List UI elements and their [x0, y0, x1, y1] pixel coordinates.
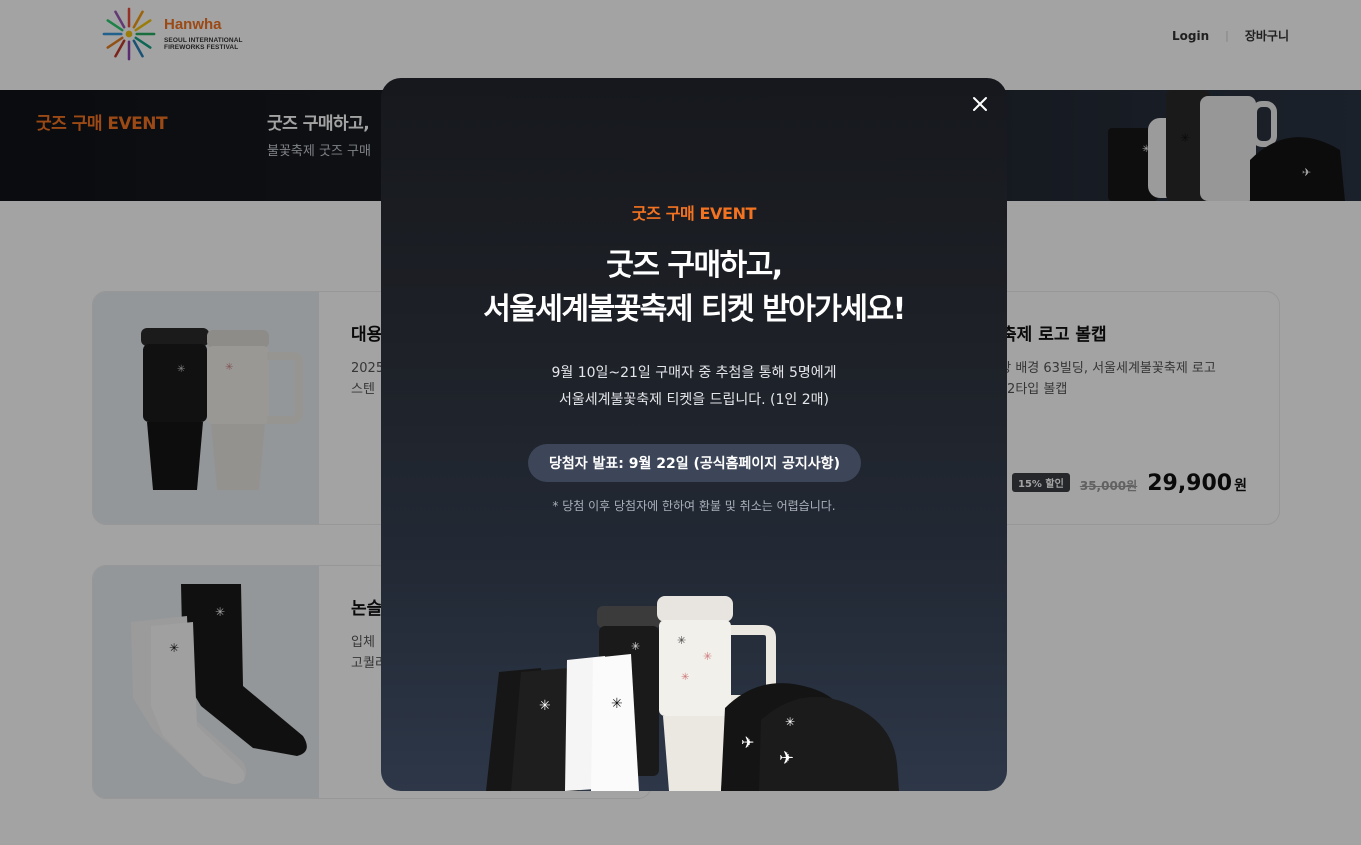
modal-desc-line: 서울세계불꽃축제 티켓을 드립니다. (1인 2매): [559, 392, 829, 408]
close-icon: [973, 97, 987, 111]
modal-event-tag: 굿즈 구매 EVENT: [631, 204, 757, 223]
svg-text:✳: ✳: [681, 672, 689, 683]
modal-description: 9월 10일~21일 구매자 중 추첨을 통해 5명에게 서울세계불꽃축제 티켓…: [381, 360, 1007, 414]
modal-desc-line: 9월 10일~21일 구매자 중 추첨을 통해 5명에게: [551, 365, 837, 381]
goods-bundle-image: ✳ ✳ ✳ ✳ ✳ ✳ ✈ ✈ ✳: [486, 596, 899, 791]
svg-text:✳: ✳: [677, 634, 686, 647]
svg-text:✳: ✳: [703, 650, 712, 663]
close-button[interactable]: [969, 93, 991, 115]
modal-note: * 당첨 이후 당첨자에 한하여 환불 및 취소는 어렵습니다.: [552, 499, 836, 513]
svg-text:✳: ✳: [785, 715, 795, 729]
svg-text:✈: ✈: [779, 748, 794, 769]
modal-title-line: 굿즈 구매하고,: [606, 248, 783, 283]
event-modal: 굿즈 구매 EVENT 굿즈 구매하고, 서울세계불꽃축제 티켓 받아가세요! …: [381, 78, 1007, 791]
svg-text:✈: ✈: [741, 733, 754, 752]
svg-text:✳: ✳: [539, 698, 551, 714]
svg-text:✳: ✳: [631, 640, 640, 653]
modal-title-line: 서울세계불꽃축제 티켓 받아가세요!: [483, 292, 906, 327]
modal-title: 굿즈 구매하고, 서울세계불꽃축제 티켓 받아가세요!: [381, 244, 1007, 332]
winner-announcement-pill: 당첨자 발표: 9월 22일 (공식홈페이지 공지사항): [528, 444, 861, 482]
svg-text:✳: ✳: [611, 696, 623, 712]
